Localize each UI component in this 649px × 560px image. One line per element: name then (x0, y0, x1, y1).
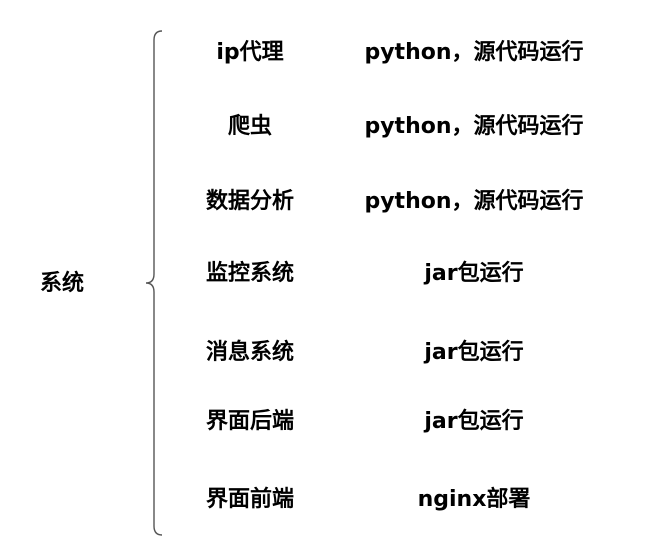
component-name: 监控系统 (205, 261, 294, 286)
deploy-method: jar包运行 (424, 409, 524, 434)
branch-row: 界面后端 jar包运行 (0, 406, 649, 438)
branch-list: ip代理 python，源代码运行 爬虫 python，源代码运行 数据分析 p… (0, 0, 649, 560)
deploy-method: python，源代码运行 (364, 189, 584, 214)
component-name: 爬虫 (227, 114, 272, 139)
branch-row: 数据分析 python，源代码运行 (0, 186, 649, 218)
component-name: 界面前端 (205, 487, 294, 512)
deploy-method: jar包运行 (424, 340, 524, 365)
component-name: 数据分析 (205, 189, 294, 214)
deploy-method: python，源代码运行 (364, 40, 584, 65)
branch-row: ip代理 python，源代码运行 (0, 37, 649, 69)
deploy-method: jar包运行 (424, 261, 524, 286)
deploy-method: nginx部署 (417, 487, 531, 512)
branch-row: 界面前端 nginx部署 (0, 484, 649, 516)
branch-row: 爬虫 python，源代码运行 (0, 111, 649, 143)
branch-row: 消息系统 jar包运行 (0, 337, 649, 369)
component-name: ip代理 (216, 40, 284, 65)
deploy-method: python，源代码运行 (364, 114, 584, 139)
component-name: 界面后端 (205, 409, 294, 434)
component-name: 消息系统 (205, 340, 294, 365)
branch-row: 监控系统 jar包运行 (0, 258, 649, 290)
